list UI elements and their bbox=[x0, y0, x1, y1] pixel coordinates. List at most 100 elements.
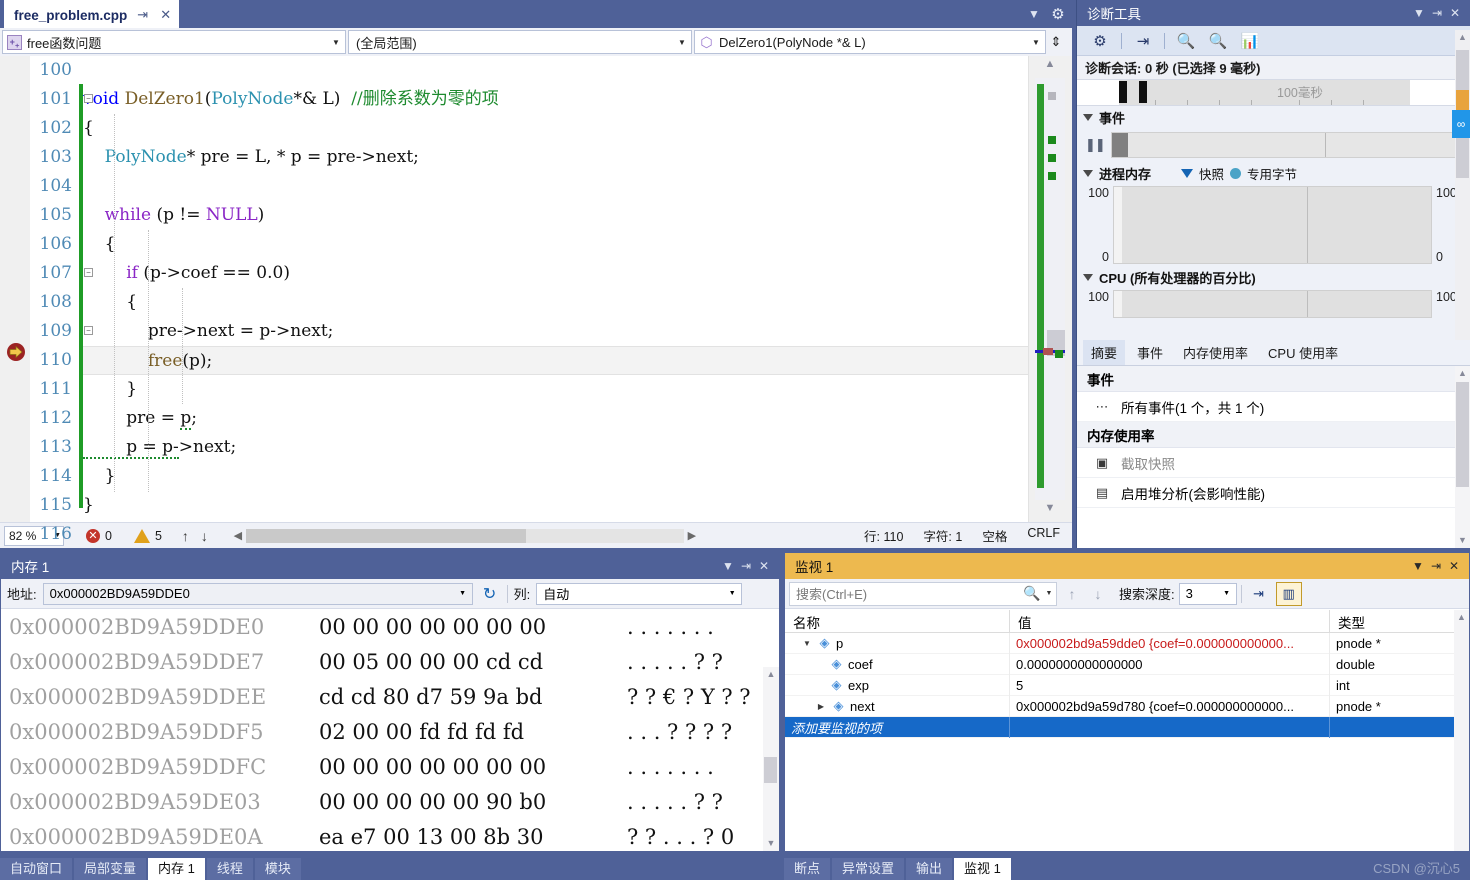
scroll-up-icon[interactable]: ▲ bbox=[1455, 366, 1470, 381]
table-row[interactable]: ◈ exp 5 int bbox=[785, 674, 1469, 696]
chevron-down-icon[interactable]: ▼ bbox=[1220, 590, 1234, 597]
tab-output[interactable]: 输出 bbox=[906, 858, 953, 880]
chevron-down-icon[interactable]: ▼ bbox=[801, 639, 813, 648]
split-editor-button[interactable]: ⇕ bbox=[1048, 34, 1064, 50]
pin-icon[interactable]: ⇥ bbox=[1246, 582, 1272, 606]
gear-icon[interactable]: ⚙ bbox=[1085, 29, 1115, 53]
zoom-in-icon[interactable]: 🔍 bbox=[1171, 29, 1201, 53]
chevron-down-icon[interactable] bbox=[1083, 169, 1093, 177]
scroll-right-icon[interactable]: ▶ bbox=[684, 529, 700, 542]
document-tab-free-problem-cpp[interactable]: free_problem.cpp ⇥ ✕ bbox=[4, 0, 180, 28]
watch-scrollbar[interactable]: ▲ bbox=[1454, 610, 1469, 851]
tab-cpu-usage[interactable]: CPU 使用率 bbox=[1260, 340, 1346, 365]
namespace-scope-combo[interactable]: (全局范围) ▼ bbox=[348, 30, 692, 54]
chevron-down-icon[interactable]: ▼ bbox=[1024, 7, 1044, 21]
scrollbar-thumb[interactable] bbox=[1456, 382, 1469, 487]
watch-grid[interactable]: 名称 值 类型 ▼ ◈ p 0x000002bd9a59dde0 {coef=0… bbox=[785, 610, 1469, 851]
pin-icon[interactable]: ⇥ bbox=[737, 559, 755, 573]
close-icon[interactable]: ✕ bbox=[158, 7, 173, 23]
project-scope-combo[interactable]: ++ free函数问题 ▼ bbox=[2, 30, 346, 54]
columns-combo[interactable]: 自动 ▼ bbox=[536, 582, 743, 605]
pin-icon[interactable]: ⇥ bbox=[1427, 559, 1445, 573]
column-header-type[interactable]: 类型 bbox=[1330, 610, 1469, 632]
refresh-icon[interactable]: ↻ bbox=[479, 584, 501, 604]
scroll-down-icon[interactable]: ▼ bbox=[1455, 533, 1470, 548]
chevron-down-icon[interactable]: ▼ bbox=[719, 559, 737, 573]
search-icon[interactable]: 🔍 bbox=[1022, 585, 1042, 602]
tab-exception-settings[interactable]: 异常设置 bbox=[832, 858, 905, 880]
scroll-up-icon[interactable]: ▲ bbox=[1454, 610, 1469, 625]
scroll-down-icon[interactable]: ▼ bbox=[763, 836, 779, 851]
scroll-up-icon[interactable]: ▲ bbox=[1037, 58, 1063, 76]
tab-locals[interactable]: 局部变量 bbox=[74, 858, 147, 880]
tab-memory-usage[interactable]: 内存使用率 bbox=[1175, 340, 1256, 365]
events-track[interactable] bbox=[1110, 132, 1462, 158]
chevron-down-icon[interactable]: ▼ bbox=[329, 38, 343, 47]
hex-display-icon[interactable]: ▥ bbox=[1275, 581, 1302, 606]
column-header-value[interactable]: 值 bbox=[1010, 610, 1330, 632]
next-issue-icon[interactable]: ↓ bbox=[201, 528, 208, 544]
error-count[interactable]: ✕ 0 bbox=[86, 528, 112, 543]
chart-icon[interactable]: 📊 bbox=[1235, 29, 1265, 53]
chevron-down-icon[interactable]: ▼ bbox=[1029, 38, 1043, 47]
tab-memory-1[interactable]: 内存 1 bbox=[148, 858, 205, 880]
code-editor[interactable]: 100 101 102 103 104 105 106 107 108 109 … bbox=[0, 56, 1072, 544]
chevron-down-icon[interactable]: ▼ bbox=[1042, 590, 1056, 597]
breakpoint-gutter[interactable] bbox=[0, 56, 30, 522]
tab-events[interactable]: 事件 bbox=[1129, 340, 1171, 365]
fold-marker-105[interactable]: − bbox=[84, 268, 93, 277]
table-row[interactable]: ▼ ◈ p 0x000002bd9a59dde0 {coef=0.0000000… bbox=[785, 632, 1469, 654]
fold-marker-101[interactable]: − bbox=[84, 94, 93, 103]
close-icon[interactable]: ✕ bbox=[755, 559, 773, 573]
summary-item-take-snapshot[interactable]: ▣ 截取快照 bbox=[1077, 448, 1470, 478]
member-scope-combo[interactable]: ⬡ DelZero1(PolyNode *& L) ▼ bbox=[694, 30, 1046, 54]
scrollbar-track[interactable] bbox=[1035, 78, 1065, 500]
arrow-down-icon[interactable]: ↓ bbox=[1087, 586, 1109, 602]
timeline-range[interactable] bbox=[1119, 80, 1410, 105]
table-row[interactable]: ◈ coef 0.0000000000000000 double bbox=[785, 653, 1469, 675]
address-input[interactable]: 0x000002BD9A59DDE0 ▼ bbox=[42, 582, 473, 605]
scroll-left-icon[interactable]: ◀ bbox=[230, 529, 246, 542]
tab-breakpoints[interactable]: 断点 bbox=[784, 858, 831, 880]
link-icon[interactable]: ∞ bbox=[1452, 110, 1470, 138]
export-icon[interactable]: ⇥ bbox=[1128, 29, 1158, 53]
chevron-down-icon[interactable]: ▼ bbox=[725, 590, 739, 597]
events-section-header[interactable]: 事件 bbox=[1077, 106, 1470, 128]
hscroll-thumb[interactable] bbox=[245, 528, 527, 543]
table-row[interactable]: ▶ ◈ next 0x000002bd9a59d780 {coef=0.0000… bbox=[785, 695, 1469, 717]
pin-icon[interactable]: ⇥ bbox=[135, 7, 150, 23]
scroll-up-icon[interactable]: ▲ bbox=[763, 667, 779, 682]
tab-summary[interactable]: 摘要 bbox=[1083, 340, 1126, 365]
hscroll-track[interactable] bbox=[245, 528, 684, 543]
process-memory-section-header[interactable]: 进程内存 快照 专用字节 bbox=[1077, 162, 1470, 184]
zoom-out-icon[interactable]: 🔍 bbox=[1203, 29, 1233, 53]
diagnostic-timeline[interactable]: 100毫秒 bbox=[1077, 80, 1470, 106]
diagnostic-graphs-scrollbar[interactable]: ▲ ▼ bbox=[1455, 30, 1470, 352]
tab-watch-1[interactable]: 监视 1 bbox=[954, 858, 1011, 880]
chevron-down-icon[interactable] bbox=[1083, 113, 1093, 121]
tab-threads[interactable]: 线程 bbox=[206, 858, 253, 880]
search-input[interactable]: 搜索(Ctrl+E) 🔍 ▼ bbox=[789, 581, 1057, 606]
chevron-down-icon[interactable]: ▼ bbox=[456, 590, 470, 597]
scroll-up-icon[interactable]: ▲ bbox=[1455, 30, 1470, 45]
chevron-down-icon[interactable]: ▼ bbox=[1410, 6, 1428, 20]
chevron-down-icon[interactable]: ▼ bbox=[675, 38, 689, 47]
close-icon[interactable]: ✕ bbox=[1445, 559, 1463, 573]
chevron-right-icon[interactable]: ▶ bbox=[815, 702, 827, 711]
tab-modules[interactable]: 模块 bbox=[254, 858, 301, 880]
summary-item-enable-heap[interactable]: ▤ 启用堆分析(会影响性能) bbox=[1077, 478, 1470, 508]
tab-autos[interactable]: 自动窗口 bbox=[0, 858, 73, 880]
scrollbar-thumb[interactable] bbox=[764, 757, 777, 783]
pin-icon[interactable]: ⇥ bbox=[1428, 6, 1446, 20]
arrow-up-icon[interactable]: ↑ bbox=[1061, 586, 1083, 602]
editor-horizontal-scrollbar[interactable]: ◀ ▶ bbox=[230, 528, 700, 544]
code-text-area[interactable]: − − − void DelZero1(PolyNode*& L) //删除系数… bbox=[83, 56, 1028, 522]
prev-issue-icon[interactable]: ↑ bbox=[182, 528, 189, 544]
memory-scrollbar[interactable]: ▲ ▼ bbox=[763, 667, 779, 851]
warning-count[interactable]: 5 bbox=[133, 528, 162, 543]
editor-vertical-scrollbar[interactable]: ▲ ▼ bbox=[1028, 56, 1072, 522]
close-icon[interactable]: ✕ bbox=[1446, 6, 1464, 20]
summary-scrollbar[interactable]: ▲ ▼ bbox=[1455, 366, 1470, 548]
memory-dump-area[interactable]: 0x000002BD9A59DDE0 00 00 00 00 00 00 00 … bbox=[1, 610, 779, 851]
fold-marker-107[interactable]: − bbox=[84, 326, 93, 335]
